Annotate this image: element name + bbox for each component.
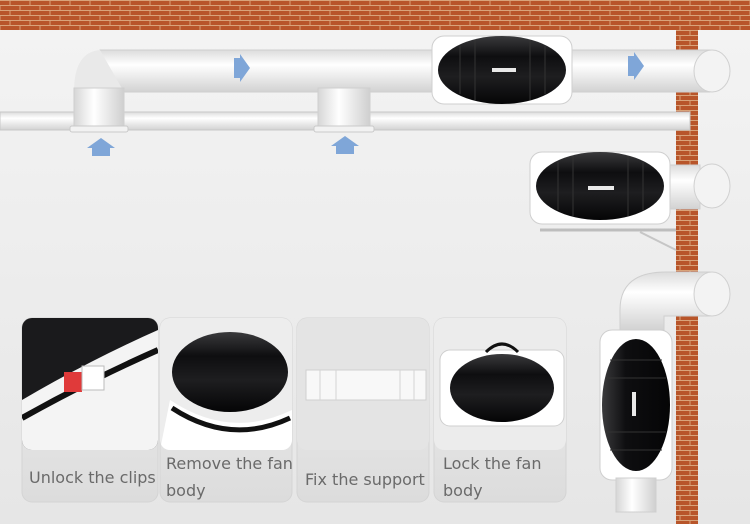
caption-step-4: Lock the fan body (443, 450, 563, 504)
caption-step-2: Remove the fan body (166, 450, 296, 504)
fan-top (431, 35, 573, 105)
caption-step-1-text: Unlock the clips (29, 468, 156, 487)
caption-step-4-line-2: body (443, 481, 483, 500)
brick-ceiling (0, 0, 750, 30)
top-duct (99, 49, 441, 93)
caption-step-4-line-1: Lock the fan (443, 454, 542, 473)
installation-scene (0, 0, 750, 524)
intake-pipe-left (73, 87, 125, 131)
caption-step-2-line-2: body (166, 481, 206, 500)
caption-step-2-line-1: Remove the fan (166, 454, 293, 473)
caption-step-3: Fix the support (305, 466, 435, 493)
caption-step-1: Unlock the clips (29, 464, 159, 491)
caption-step-3-text: Fix the support (305, 470, 425, 489)
intake-pipe-middle (317, 87, 371, 131)
